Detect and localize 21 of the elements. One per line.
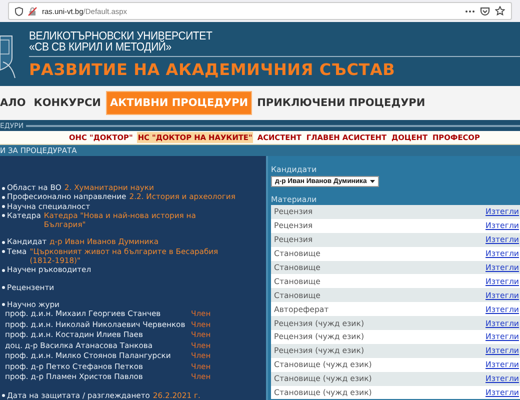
bullet-icon [2,250,5,254]
bullet-icon [2,268,5,272]
lock-icon[interactable] [28,6,37,16]
bullet-icon [2,186,5,190]
bullet-icon [2,205,5,208]
bullet-icon [2,394,5,398]
bullet-icon [2,240,5,244]
bullet-icon [2,303,5,306]
caret-icon [370,180,375,183]
bullet-icon [2,196,5,199]
shield-icon[interactable] [15,6,23,16]
site-title: РАЗВИТИЕ НА АКАДЕМИЧНИЯ СЪСТАВ [29,60,396,79]
university-name: «СВ СВ КИРИЛ И МЕТОДИЙ» [29,42,172,53]
bullet-icon [2,214,5,218]
more-icon[interactable] [465,10,475,12]
star-icon[interactable] [495,6,505,16]
pocket-icon[interactable] [480,6,490,16]
nav-tab[interactable]: ПРИКЛЮЧЕНИ ПРОЦЕДУРИ [254,92,428,114]
nav-tab[interactable]: КОНКУРСИ [30,92,104,114]
bullet-icon [2,286,5,290]
nav-tab[interactable]: АЛО [0,92,29,114]
